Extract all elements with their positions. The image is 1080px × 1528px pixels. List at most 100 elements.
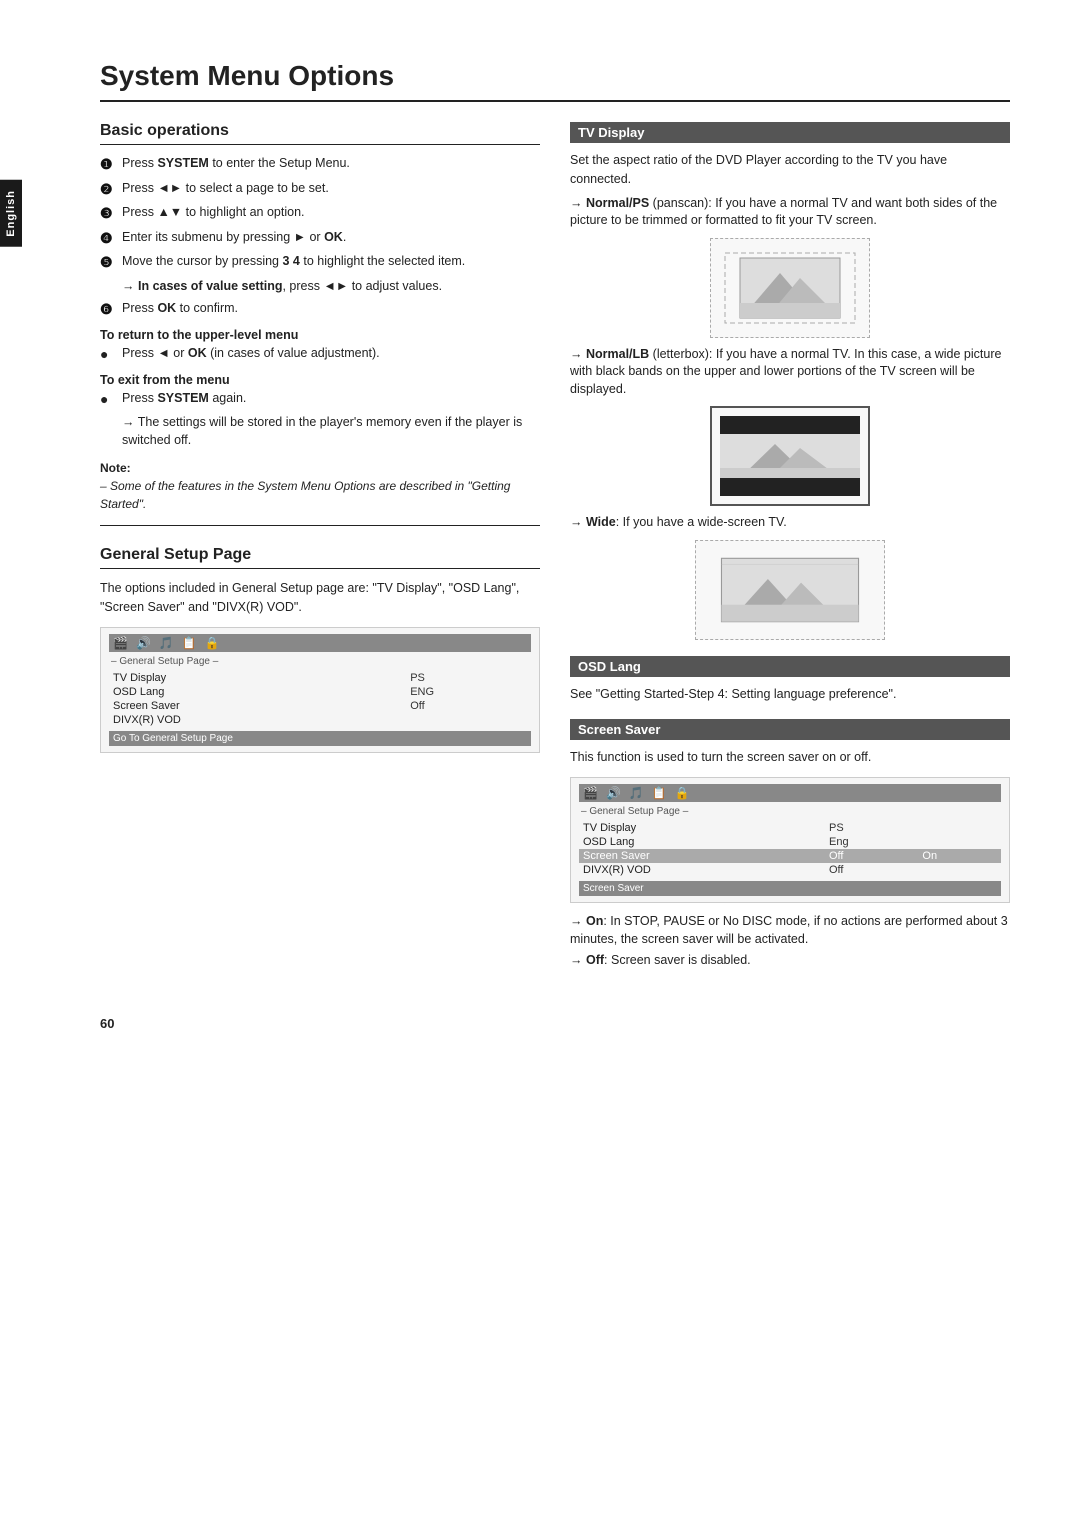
return-heading: To return to the upper-level menu: [100, 328, 540, 342]
ss-val-divx: Off: [825, 863, 914, 877]
ss-val-tv: PS: [825, 821, 914, 835]
tv-image-wide: [695, 540, 885, 640]
ss-label-osd: OSD Lang: [579, 835, 825, 849]
tv-image-letterbox: [710, 406, 870, 506]
ss-menu-bottom-bar: Screen Saver: [579, 881, 1001, 896]
ss-extra-osd: [914, 835, 1001, 849]
general-setup-section: General Setup Page The options included …: [100, 546, 540, 753]
menu-val-divx: [406, 713, 531, 727]
ss-menu-icon-3: 🎵: [629, 786, 644, 800]
exit-arrow-note: → The settings will be stored in the pla…: [122, 414, 540, 449]
exit-bullet: ● Press SYSTEM again.: [100, 390, 540, 410]
ss-extra-saver: On: [914, 849, 1001, 863]
ss-menu-icon-5: 🔒: [675, 786, 690, 800]
menu-icon-1: 🎬: [113, 636, 128, 650]
step-4-text: Enter its submenu by pressing ► or OK.: [122, 229, 346, 247]
step-1: ❶ Press SYSTEM to enter the Setup Menu.: [100, 155, 540, 175]
wide-note: → Wide: If you have a wide-screen TV.: [570, 514, 1010, 532]
ss-menu-icon-2: 🔊: [606, 786, 621, 800]
panscan-svg: [720, 248, 860, 328]
menu-val-tv: PS: [406, 671, 531, 685]
left-column: Basic operations ❶ Press SYSTEM to enter…: [100, 122, 540, 986]
exit-bullet-sym: ●: [100, 390, 118, 410]
menu-row-divx: DIVX(R) VOD: [109, 713, 531, 727]
menu-icon-2: 🔊: [136, 636, 151, 650]
osd-lang-title: OSD Lang: [570, 656, 1010, 677]
step-2: ❷ Press ◄► to select a page to be set.: [100, 180, 540, 200]
page-number: 60: [100, 1016, 1010, 1031]
tv-image-panscan: [710, 238, 870, 338]
step-5: ❺ Move the cursor by pressing 3 4 to hig…: [100, 253, 540, 273]
ss-menu-icon-4: 📋: [652, 786, 667, 800]
tv-display-intro: Set the aspect ratio of the DVD Player a…: [570, 151, 1010, 189]
menu-label-saver: Screen Saver: [109, 699, 406, 713]
exit-heading: To exit from the menu: [100, 373, 540, 387]
ss-row-saver: Screen Saver Off On: [579, 849, 1001, 863]
step-2-num: ❷: [100, 180, 118, 200]
menu-label-divx: DIVX(R) VOD: [109, 713, 406, 727]
two-column-layout: Basic operations ❶ Press SYSTEM to enter…: [100, 122, 1010, 986]
general-setup-menu-image: 🎬 🔊 🎵 📋 🔒 – General Setup Page – TV Disp…: [100, 627, 540, 753]
arrow-note-value-setting: → In cases of value setting, press ◄► to…: [122, 278, 540, 296]
menu-icon-5: 🔒: [205, 636, 220, 650]
osd-lang-text: See "Getting Started-Step 4: Setting lan…: [570, 685, 1010, 704]
general-setup-title: General Setup Page: [100, 546, 540, 569]
return-bullet: ● Press ◄ or OK (in cases of value adjus…: [100, 345, 540, 365]
ss-val-osd: Eng: [825, 835, 914, 849]
return-bullet-text: Press ◄ or OK (in cases of value adjustm…: [122, 345, 380, 363]
ss-menu-table: TV Display PS OSD Lang Eng Screen Saver …: [579, 821, 1001, 877]
step-1-num: ❶: [100, 155, 118, 175]
menu-row-tv: TV Display PS: [109, 671, 531, 685]
page-title: System Menu Options: [100, 60, 1010, 102]
note-text: – Some of the features in the System Men…: [100, 479, 510, 511]
step-3-text: Press ▲▼ to highlight an option.: [122, 204, 305, 222]
osd-lang-section: OSD Lang See "Getting Started-Step 4: Se…: [570, 656, 1010, 704]
ss-menu-subtitle: – General Setup Page –: [579, 806, 1001, 817]
note-label: Note:: [100, 461, 131, 475]
menu-bottom-bar: Go To General Setup Page: [109, 731, 531, 746]
divider: [100, 525, 540, 526]
step-3-num: ❸: [100, 204, 118, 224]
menu-icon-3: 🎵: [159, 636, 174, 650]
step-2-text: Press ◄► to select a page to be set.: [122, 180, 329, 198]
return-bullet-sym: ●: [100, 345, 118, 365]
ss-label-tv: TV Display: [579, 821, 825, 835]
exit-bullet-text: Press SYSTEM again.: [122, 390, 246, 408]
step-6: ❻ Press OK to confirm.: [100, 300, 540, 320]
wide-svg: [720, 550, 860, 630]
screen-saver-menu-image: 🎬 🔊 🎵 📋 🔒 – General Setup Page – TV Disp…: [570, 777, 1010, 903]
menu-subtitle: – General Setup Page –: [109, 656, 531, 667]
ss-row-tv: TV Display PS: [579, 821, 1001, 835]
letterbox-svg: [720, 416, 860, 496]
tv-display-section: TV Display Set the aspect ratio of the D…: [570, 122, 1010, 640]
screen-saver-intro: This function is used to turn the screen…: [570, 748, 1010, 767]
step-5-num: ❺: [100, 253, 118, 273]
step-5-text: Move the cursor by pressing 3 4 to highl…: [122, 253, 465, 271]
ss-val-saver: Off: [825, 849, 914, 863]
normal-lb-note: → Normal/LB (letterbox): If you have a n…: [570, 346, 1010, 399]
normal-ps-note: → Normal/PS (panscan): If you have a nor…: [570, 195, 1010, 230]
ss-extra-divx: [914, 863, 1001, 877]
ss-menu-icon-1: 🎬: [583, 786, 598, 800]
menu-row-osd: OSD Lang ENG: [109, 685, 531, 699]
basic-ops-list: ❶ Press SYSTEM to enter the Setup Menu. …: [100, 155, 540, 273]
step-4-num: ❹: [100, 229, 118, 249]
ss-menu-top-bar: 🎬 🔊 🎵 📋 🔒: [579, 784, 1001, 802]
menu-icon-4: 📋: [182, 636, 197, 650]
right-column: TV Display Set the aspect ratio of the D…: [570, 122, 1010, 986]
basic-operations-title: Basic operations: [100, 122, 540, 145]
step-3: ❸ Press ▲▼ to highlight an option.: [100, 204, 540, 224]
menu-table: TV Display PS OSD Lang ENG Screen Saver …: [109, 671, 531, 727]
step-4: ❹ Enter its submenu by pressing ► or OK.: [100, 229, 540, 249]
language-tab: English: [0, 180, 22, 247]
basic-operations-section: Basic operations ❶ Press SYSTEM to enter…: [100, 122, 540, 513]
menu-top-bar: 🎬 🔊 🎵 📋 🔒: [109, 634, 531, 652]
step-6-list: ❻ Press OK to confirm.: [100, 300, 540, 320]
general-setup-intro: The options included in General Setup pa…: [100, 579, 540, 617]
menu-label-osd: OSD Lang: [109, 685, 406, 699]
screen-saver-title: Screen Saver: [570, 719, 1010, 740]
screen-saver-section: Screen Saver This function is used to tu…: [570, 719, 1010, 969]
step-1-text: Press SYSTEM to enter the Setup Menu.: [122, 155, 350, 173]
tv-display-title: TV Display: [570, 122, 1010, 143]
menu-val-saver: Off: [406, 699, 531, 713]
